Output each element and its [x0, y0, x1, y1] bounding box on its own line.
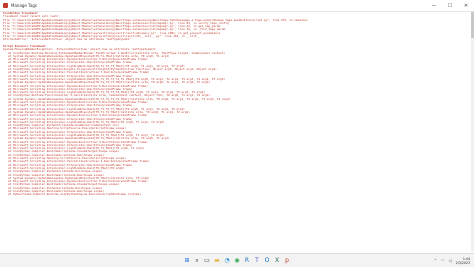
ironpython-traceback: IronPython Traceback: Traceback (most re… — [0, 12, 474, 42]
system-tray: ⌃ ◠ ◁ 1:44 2/3/2023 — [434, 254, 470, 267]
revit-icon[interactable]: R — [244, 257, 251, 264]
chrome-icon[interactable]: ◉ — [234, 257, 241, 264]
taskbar: ⊞ ⌕ ▭ ▬ ◔ ◉ R T O Xp ⌃ ◠ ◁ 1:44 2/3/2023 — [0, 253, 474, 267]
wifi-icon[interactable]: ◠ — [441, 258, 445, 263]
maximize-button[interactable]: ☐ — [442, 0, 458, 11]
script-executor-traceback: Script Executor Traceback: System.Missin… — [0, 45, 474, 197]
search-icon[interactable]: ⌕ — [194, 257, 201, 264]
edge-icon[interactable]: ◔ — [224, 257, 231, 264]
teams-icon[interactable]: T — [254, 257, 261, 264]
close-button[interactable]: ✕ — [458, 0, 474, 11]
minimize-button[interactable]: — — [426, 0, 442, 11]
taskbar-icons: ⊞ ⌕ ▭ ▬ ◔ ◉ R T O Xp — [0, 254, 474, 267]
clock-date: 2/3/2023 — [455, 260, 470, 265]
pyrevit-icon[interactable]: p — [284, 257, 291, 264]
windows-start-icon[interactable]: ⊞ — [184, 257, 191, 264]
window-title: Manage Tags — [11, 3, 38, 8]
excel-icon[interactable]: X — [274, 257, 281, 264]
window-controls: — ☐ ✕ — [426, 0, 474, 11]
console-output[interactable]: IronPython Traceback: Traceback (most re… — [0, 12, 474, 252]
clock[interactable]: 1:44 2/3/2023 — [456, 257, 470, 265]
task-view-icon[interactable]: ▭ — [204, 257, 211, 264]
chevron-up-icon[interactable]: ⌃ — [434, 258, 437, 263]
title-bar: Manage Tags — ☐ ✕ — [0, 0, 474, 12]
speaker-icon[interactable]: ◁ — [449, 258, 452, 263]
file-explorer-icon[interactable]: ▬ — [214, 257, 221, 264]
app-icon — [3, 3, 8, 8]
outlook-icon[interactable]: O — [264, 257, 271, 264]
